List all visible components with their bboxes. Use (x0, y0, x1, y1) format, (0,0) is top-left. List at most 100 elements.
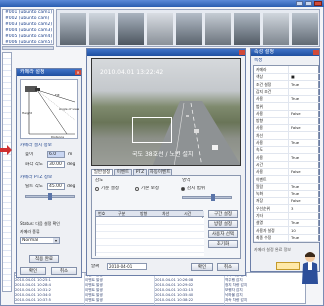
property-value[interactable]: 10 (288, 226, 296, 234)
radio-button[interactable] (95, 187, 99, 191)
property-value[interactable] (288, 160, 291, 168)
cancel-button[interactable]: 취소 (51, 267, 77, 275)
camera-thumbnail[interactable] (60, 13, 86, 45)
property-value[interactable]: True (288, 219, 299, 227)
property-value[interactable]: True (288, 95, 299, 103)
grid-body[interactable] (96, 218, 204, 256)
video-dialog-close-icon[interactable] (239, 50, 245, 55)
date-label: 날짜 (91, 264, 100, 269)
video-ok-button[interactable]: 확인 (191, 263, 213, 271)
property-value[interactable] (288, 102, 291, 110)
property-key: 방향 (256, 118, 263, 124)
left-list-panel (2, 52, 12, 292)
camera-thumbnail[interactable] (205, 13, 231, 45)
direction-setting-button[interactable]: 방향 설정 (208, 220, 238, 228)
sensitivity-slider-thumb[interactable] (211, 194, 215, 201)
property-value[interactable] (288, 66, 291, 73)
chevron-down-icon[interactable]: ▾ (53, 238, 59, 243)
camera-thumbnail[interactable] (89, 13, 115, 45)
properties-title: 속성 설정 (251, 49, 319, 56)
sensitivity-slider[interactable] (182, 194, 232, 201)
angle-input[interactable]: 30.00 (47, 161, 65, 168)
close-button[interactable] (314, 1, 322, 6)
properties-dialog: 속성 설정 속성 카메라 색상 ■ 조건 설정 True 감지 조건 사용 True 범위 사용 F… (250, 48, 320, 272)
event-type: 이벤트 발생 (85, 298, 103, 302)
height-label: 높이 (25, 152, 34, 157)
maximize-button[interactable] (305, 1, 312, 6)
property-value[interactable] (288, 175, 291, 183)
property-key: 사용 (256, 96, 263, 102)
window-controls (296, 1, 322, 6)
reset-button[interactable]: 초기화 (208, 240, 238, 248)
camera-tree: #001 (ubunto cam1) #002 (ubunto cam) #00… (2, 9, 54, 45)
grid-header-cell: 구분 (118, 211, 126, 216)
property-value[interactable] (288, 87, 291, 95)
date-input[interactable]: 2010-04-01 (107, 263, 147, 270)
sensitivity-label: 감도 (95, 178, 104, 183)
user-select-button[interactable]: 사용자 선택 (208, 230, 238, 238)
ok-button[interactable]: 확인 (20, 267, 46, 275)
property-value[interactable]: ■ (288, 73, 295, 81)
properties-header: 속성 (254, 58, 263, 63)
diagram-label-tilt: Tilt (55, 93, 60, 97)
table-row[interactable]: 2010-04-01 10:37:5 이벤트 발생 2010-04-01 10:38… (15, 298, 307, 303)
property-key: 녹화 (256, 191, 263, 197)
property-value[interactable]: True (288, 182, 299, 190)
main-titlebar (0, 0, 324, 7)
region-label: 영역 (182, 178, 191, 183)
property-key: 사용 (256, 169, 263, 175)
tree-scrollbar[interactable] (2, 46, 54, 50)
tilt-slider-thumb[interactable] (48, 193, 52, 200)
camera-thumbnail[interactable] (263, 13, 289, 45)
minimize-button[interactable] (296, 1, 303, 6)
property-key: 최종 수정 (256, 234, 272, 240)
video-overlay-line1: 2010.04.01 13:22:42 (100, 69, 164, 76)
dialog-close-icon[interactable]: ✕ (75, 70, 81, 75)
property-value[interactable]: True (288, 233, 299, 241)
property-value[interactable]: False (288, 109, 301, 117)
property-key: 범위 (256, 103, 263, 109)
status-note-box (276, 262, 300, 270)
radio-button[interactable] (135, 187, 139, 191)
property-value[interactable]: False (288, 197, 301, 205)
video-view[interactable]: 2010.04.01 13:22:42 국도 38호선 / 노변 설치 (91, 58, 241, 166)
grid-header-cell: 번호 (98, 211, 106, 216)
camera-thumbnail[interactable] (292, 13, 318, 45)
status-text: Status: 다음 설정 확인 (20, 221, 60, 226)
camera-thumbnail[interactable] (176, 13, 202, 45)
apply-button[interactable]: 적용 완료 (29, 255, 59, 263)
grid-header-cell: 방향 (140, 211, 148, 216)
camera-type-select[interactable]: Normal ▾ (20, 237, 60, 244)
property-value[interactable]: 3 (288, 204, 293, 212)
property-value[interactable]: True (288, 139, 299, 146)
property-value[interactable]: False (288, 124, 301, 132)
property-value[interactable] (288, 131, 291, 139)
property-key: 조건 설정 (256, 81, 272, 87)
camera-geometry-diagram: Height Tilt Angle of view Distance (20, 79, 79, 139)
camera-thumbnail[interactable] (147, 13, 173, 45)
property-value[interactable]: True (288, 153, 299, 161)
presenter-avatar (300, 250, 320, 286)
property-value[interactable]: True (288, 190, 299, 198)
property-value[interactable] (288, 212, 291, 219)
angle-unit: deg (67, 162, 76, 167)
property-key: 사용 (256, 125, 263, 131)
camera-thumbnail[interactable] (234, 13, 260, 45)
radio-button[interactable] (181, 187, 185, 191)
tilt-slider[interactable] (25, 193, 75, 200)
properties-close-icon[interactable] (313, 50, 319, 55)
camera-thumbnail[interactable] (118, 13, 144, 45)
diagram-label-height: Height (22, 111, 32, 115)
video-cancel-button[interactable]: 취소 (217, 263, 239, 271)
property-value[interactable]: False (288, 168, 301, 176)
segment-setting-button[interactable]: 구간 설정 (208, 210, 238, 218)
height-input[interactable]: 6.0 (47, 151, 65, 158)
property-row[interactable]: 최종 수정 True (254, 233, 320, 242)
detection-zone[interactable] (132, 117, 172, 143)
property-value[interactable] (288, 146, 291, 154)
property-value[interactable] (288, 117, 291, 125)
property-value[interactable]: True (288, 80, 299, 88)
grid-header-cell: 차선 (162, 211, 170, 216)
tilt-input[interactable]: 45.00 (47, 183, 65, 190)
event-end: 2010-04-01 10:38:22 (155, 298, 194, 302)
